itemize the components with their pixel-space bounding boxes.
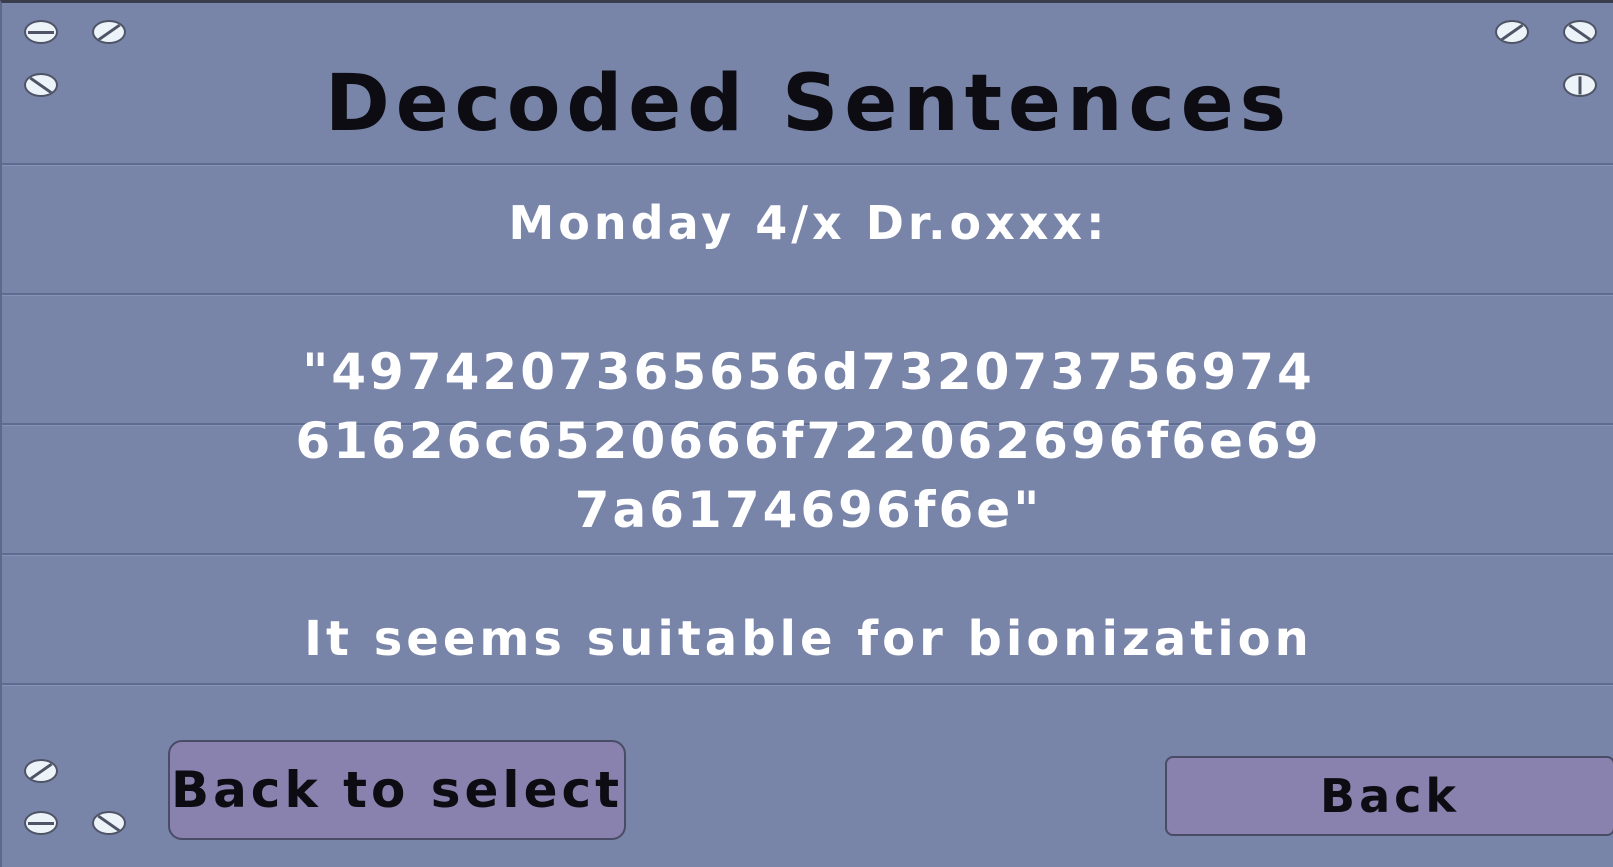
decoded-sentences-screen: Decoded Sentences Monday 4/x Dr.oxxx: "4… — [0, 0, 1613, 867]
encoded-line-3: 7a6174696f6e" — [574, 481, 1043, 539]
screw-icon — [1495, 20, 1529, 44]
back-to-select-label: Back to select — [170, 761, 624, 819]
encoded-line-1: "4974207365656d732073756974 — [302, 343, 1315, 401]
screw-icon — [24, 20, 58, 44]
back-button[interactable]: Back — [1165, 756, 1613, 836]
screw-icon — [1563, 20, 1597, 44]
screw-icon — [24, 759, 58, 783]
back-to-select-button[interactable]: Back to select — [168, 740, 626, 840]
decoded-text: It seems suitable for bionization — [304, 611, 1313, 667]
ruled-line — [2, 293, 1613, 295]
page-title: Decoded Sentences — [324, 59, 1293, 149]
back-label: Back — [1320, 769, 1460, 823]
entry-header: Monday 4/x Dr.oxxx: — [508, 196, 1109, 250]
ruled-line — [2, 553, 1613, 555]
screw-icon — [24, 811, 58, 835]
screw-icon — [92, 20, 126, 44]
ruled-line — [2, 683, 1613, 685]
screw-icon — [92, 811, 126, 835]
encoded-line-2: 61626c6520666f722062696f6e69 — [295, 412, 1322, 470]
ruled-line — [2, 163, 1613, 165]
